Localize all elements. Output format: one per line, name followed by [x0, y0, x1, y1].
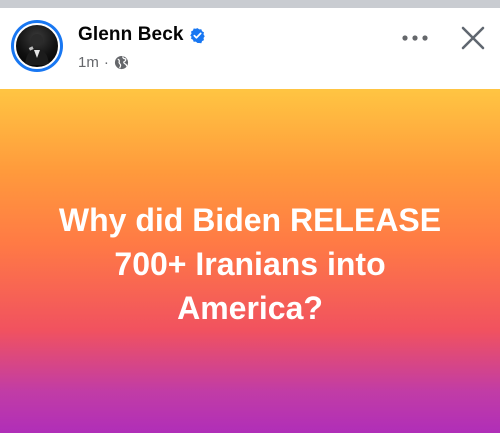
meta-separator: · [103, 53, 109, 71]
post-text-line: America? [177, 290, 323, 326]
top-divider [0, 0, 500, 8]
person-silhouette-icon [25, 34, 49, 65]
post-background: Why did Biden RELEASE 700+ Iranians into… [0, 89, 500, 433]
post-header: Glenn Beck 1m · [0, 8, 500, 89]
post-viewer: Glenn Beck 1m · Why did Biden RELEASE 70… [0, 0, 500, 433]
more-options-icon [402, 35, 428, 41]
post-text-line: 700+ Iranians into [114, 246, 386, 282]
avatar-image [14, 23, 60, 69]
post-timestamp[interactable]: 1m [78, 54, 99, 71]
author-name[interactable]: Glenn Beck [78, 24, 184, 46]
more-options-button[interactable] [398, 26, 432, 50]
verified-badge-icon [189, 27, 205, 43]
avatar[interactable] [11, 20, 63, 72]
author-row: Glenn Beck [78, 24, 206, 46]
close-button[interactable] [457, 22, 489, 54]
post-text: Why did Biden RELEASE 700+ Iranians into… [20, 198, 480, 330]
post-text-line: Why did Biden RELEASE [58, 202, 442, 238]
close-icon [461, 26, 485, 50]
globe-icon[interactable] [114, 55, 129, 70]
post-meta: 1m · [78, 53, 129, 71]
